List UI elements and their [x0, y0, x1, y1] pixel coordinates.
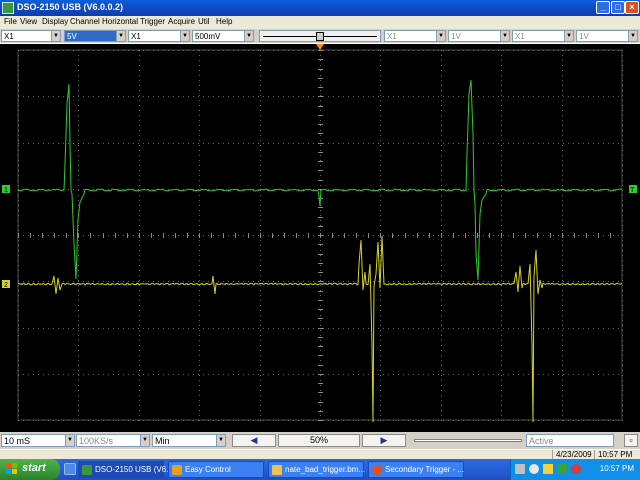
scroll-right-button[interactable]: ▶: [362, 434, 406, 447]
chevron-down-icon[interactable]: ▼: [65, 435, 74, 446]
oscilloscope-app-window: DSO-2150 USB (V6.0.0.2) _ □ × File View …: [0, 0, 640, 480]
ch4-volts-select[interactable]: 1V ▼: [576, 30, 638, 42]
ch2-volts-select[interactable]: 500mV ▼: [192, 30, 254, 42]
menu-view[interactable]: View: [20, 17, 37, 26]
ch2-volts-value: 500mV: [195, 32, 221, 41]
menu-channel[interactable]: Channel: [70, 17, 100, 26]
ch1-probe-value: X1: [4, 32, 14, 41]
slider-track: [414, 439, 522, 442]
system-tray: 10:57 PM: [510, 459, 640, 480]
windows-logo-icon: [6, 463, 17, 474]
network-icon[interactable]: [515, 464, 525, 474]
window-title: DSO-2150 USB (V6.0.0.2): [17, 2, 124, 12]
acquire-mode-select[interactable]: Min ▼: [152, 434, 226, 447]
paint-icon: [272, 465, 282, 475]
svg-text:2: 2: [4, 282, 8, 289]
chevron-down-icon[interactable]: ▼: [564, 31, 573, 41]
menu-help[interactable]: Help: [216, 17, 232, 26]
scroll-left-button[interactable]: ◀: [232, 434, 276, 447]
quicklaunch-desktop-icon[interactable]: [64, 463, 76, 475]
maximize-icon[interactable]: □: [611, 1, 625, 14]
antivirus-icon[interactable]: [571, 464, 581, 474]
trigger-position-slider[interactable]: [259, 30, 381, 42]
grip-icon[interactable]: ▫: [624, 434, 638, 447]
sample-rate-value: 100KS/s: [79, 436, 114, 446]
title-bar[interactable]: DSO-2150 USB (V6.0.0.2) _ □ ×: [0, 0, 640, 16]
browser-icon: [372, 465, 382, 475]
svg-text:T: T: [630, 187, 635, 194]
start-button[interactable]: start: [0, 459, 60, 480]
chevron-down-icon[interactable]: ▼: [628, 31, 637, 41]
ch3-volts-select[interactable]: 1V ▼: [448, 30, 510, 42]
volume-icon[interactable]: [529, 464, 539, 474]
ch2-probe-select[interactable]: X1 ▼: [128, 30, 190, 42]
windows-taskbar: start DSO-2150 USB (V6.0.... Easy Contro…: [0, 459, 640, 480]
ch4-probe-select[interactable]: X1 ▼: [512, 30, 574, 42]
chevron-down-icon[interactable]: ▼: [500, 31, 509, 41]
chevron-down-icon[interactable]: ▼: [436, 31, 445, 41]
run-state-value: Active: [529, 436, 554, 446]
bottom-toolbar: 10 mS ▼ 100KS/s ▼ Min ▼ ◀ 50% ▶ Active ▫: [0, 432, 640, 449]
easy-control-icon: [172, 465, 182, 475]
taskbar-clock: 10:57 PM: [599, 464, 634, 473]
ch1-volts-select[interactable]: 5V ▼: [64, 30, 126, 42]
position-slider[interactable]: [412, 434, 524, 447]
oscilloscope-icon: [82, 465, 92, 475]
ch4-probe-value: X1: [515, 32, 525, 41]
menu-util[interactable]: Util: [198, 17, 210, 26]
chevron-down-icon[interactable]: ▼: [244, 31, 253, 41]
menu-file[interactable]: File: [4, 17, 17, 26]
taskbar-item-label: nate_bad_trigger.bm...: [285, 465, 366, 474]
waveform-canvas: 1 2 T: [2, 44, 637, 423]
sample-rate-select[interactable]: 100KS/s ▼: [76, 434, 150, 447]
taskbar-item-label: Secondary Trigger - ...: [385, 465, 465, 474]
menu-bar: File View Display Channel Horizontal Tri…: [0, 16, 640, 29]
timebase-select[interactable]: 10 mS ▼: [1, 434, 75, 447]
ch3-volts-value: 1V: [451, 32, 461, 41]
scope-display[interactable]: 1 2 T: [0, 44, 640, 432]
horizontal-position-marker[interactable]: [316, 44, 324, 50]
status-bar: 4/23/2009 10:57 PM: [0, 449, 640, 460]
menu-display[interactable]: Display: [42, 17, 68, 26]
taskbar-item-browser[interactable]: Secondary Trigger - ...: [368, 461, 464, 478]
menu-horizontal[interactable]: Horizontal: [102, 17, 138, 26]
ch2-probe-value: X1: [131, 32, 141, 41]
start-label: start: [22, 462, 46, 474]
zoom-display: 50%: [278, 434, 360, 447]
app-icon: [2, 2, 14, 14]
ch3-probe-select[interactable]: X1 ▼: [384, 30, 446, 42]
ch2-level-marker[interactable]: 2: [2, 280, 10, 289]
ch1-level-marker[interactable]: 1: [2, 185, 10, 194]
minimize-icon[interactable]: _: [596, 1, 610, 14]
menu-trigger[interactable]: Trigger: [140, 17, 165, 26]
ch3-probe-value: X1: [387, 32, 397, 41]
menu-acquire[interactable]: Acquire: [168, 17, 195, 26]
slider-thumb[interactable]: [316, 32, 324, 41]
run-state-display: Active: [526, 434, 614, 447]
acquire-mode-value: Min: [155, 436, 170, 446]
chevron-down-icon[interactable]: ▼: [216, 435, 225, 446]
ch1-volts-value: 5V: [67, 32, 77, 41]
taskbar-item-paint[interactable]: nate_bad_trigger.bm...: [268, 461, 366, 478]
taskbar-item-label: Easy Control: [185, 465, 231, 474]
usb-icon[interactable]: [557, 464, 567, 474]
taskbar-item-easy-control[interactable]: Easy Control: [168, 461, 264, 478]
chevron-down-icon[interactable]: ▼: [116, 31, 125, 41]
taskbar-item-dso[interactable]: DSO-2150 USB (V6.0....: [78, 461, 182, 478]
ch4-volts-value: 1V: [579, 32, 589, 41]
close-icon[interactable]: ×: [625, 1, 639, 14]
chevron-down-icon[interactable]: ▼: [140, 435, 149, 446]
security-icon[interactable]: [543, 464, 553, 474]
chevron-down-icon[interactable]: ▼: [180, 31, 189, 41]
ch1-probe-select[interactable]: X1 ▼: [1, 30, 61, 42]
trigger-level-marker[interactable]: T: [629, 185, 637, 194]
timebase-value: 10 mS: [4, 436, 31, 446]
chevron-down-icon[interactable]: ▼: [51, 31, 60, 41]
svg-text:1: 1: [4, 187, 8, 194]
